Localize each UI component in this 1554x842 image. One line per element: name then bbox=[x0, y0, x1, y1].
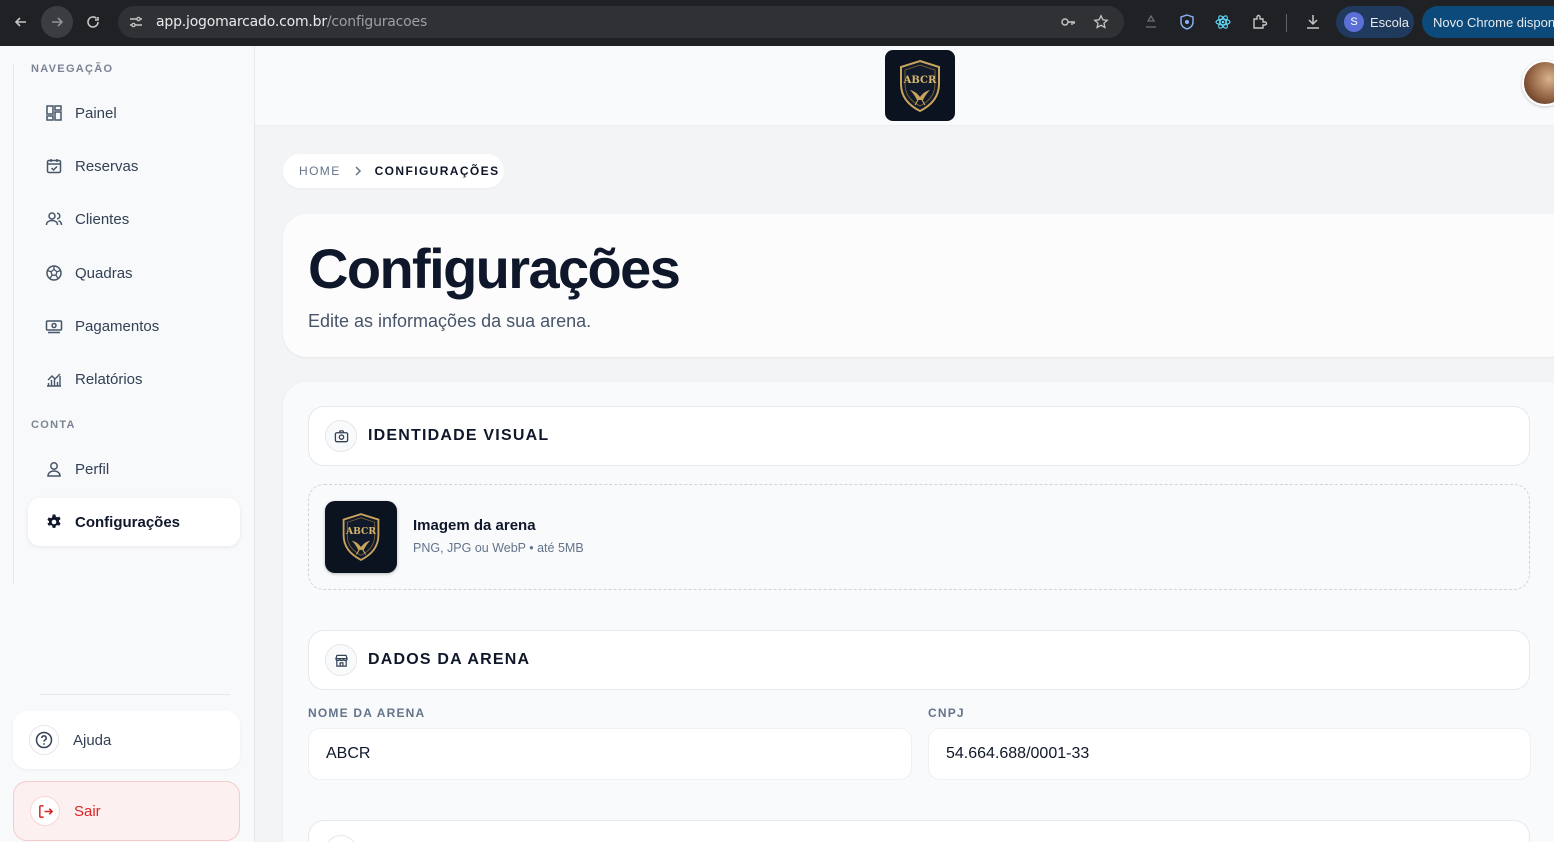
shield-logo-icon: ABCR bbox=[900, 59, 940, 112]
nav-section-label: NAVEGAÇÃO bbox=[31, 63, 114, 75]
breadcrumb-current: CONFIGURAÇÕES bbox=[374, 164, 500, 178]
url-path: /configuracoes bbox=[326, 14, 428, 30]
profile-button[interactable]: S Escola bbox=[1336, 6, 1414, 38]
shield-logo-icon: ABCR bbox=[342, 513, 380, 561]
gear-icon bbox=[44, 512, 64, 532]
image-upload-dropzone[interactable]: ABCR Imagem da arena PNG, JPG ou WebP • … bbox=[308, 484, 1530, 590]
forward-button[interactable] bbox=[41, 6, 73, 38]
logo-text: ABCR bbox=[903, 75, 937, 86]
calendar-check-icon bbox=[44, 156, 64, 176]
sidebar-item-perfil[interactable]: Perfil bbox=[28, 445, 240, 493]
sidebar-item-pagamentos[interactable]: Pagamentos bbox=[28, 302, 240, 350]
key-icon[interactable] bbox=[1060, 14, 1076, 30]
arena-section-title: DADOS DA ARENA bbox=[368, 651, 531, 668]
react-devtools-icon[interactable] bbox=[1214, 13, 1232, 31]
profile-label: Escola bbox=[1370, 14, 1410, 30]
sidebar-item-label: Clientes bbox=[75, 210, 130, 228]
section-icon bbox=[325, 835, 357, 842]
sidebar-item-label: Quadras bbox=[75, 264, 133, 282]
app-header: ABCR bbox=[255, 46, 1554, 126]
sidebar-item-label: Pagamentos bbox=[75, 317, 160, 335]
chart-icon bbox=[44, 369, 64, 389]
sidebar-item-painel[interactable]: Painel bbox=[28, 89, 240, 137]
arrow-right-icon bbox=[52, 17, 64, 27]
settings-panel: IDENTIDADE VISUAL ABCR Imagem da arena P… bbox=[283, 382, 1554, 842]
back-button[interactable] bbox=[5, 6, 37, 38]
arena-section-header: DADOS DA ARENA bbox=[308, 630, 1530, 690]
help-label: Ajuda bbox=[73, 731, 112, 749]
identity-section-title: IDENTIDADE VISUAL bbox=[368, 427, 550, 444]
arena-image-preview[interactable]: ABCR bbox=[325, 501, 397, 573]
user-avatar[interactable] bbox=[1522, 60, 1554, 106]
store-icon bbox=[325, 644, 357, 676]
arrow-left-icon bbox=[14, 17, 26, 27]
money-icon bbox=[44, 316, 64, 336]
site-settings-icon[interactable] bbox=[128, 14, 144, 30]
identity-section-header: IDENTIDADE VISUAL bbox=[308, 406, 1530, 466]
sidebar-item-reservas[interactable]: Reservas bbox=[28, 142, 240, 190]
logout-button[interactable]: Sair bbox=[13, 781, 240, 841]
logo-text: ABCR bbox=[345, 526, 376, 537]
next-section-header bbox=[308, 820, 1530, 842]
url-host: app.jogomarcado.com.br bbox=[156, 14, 327, 30]
breadcrumb-home[interactable]: HOME bbox=[299, 164, 341, 178]
sidebar-divider bbox=[40, 694, 230, 695]
user-icon bbox=[44, 459, 64, 479]
browser-toolbar: app.jogomarcado.com.br/configuracoes S E… bbox=[0, 0, 1554, 46]
reload-button[interactable] bbox=[77, 6, 109, 38]
help-button[interactable]: Ajuda bbox=[13, 711, 240, 769]
chevron-right-icon bbox=[355, 166, 361, 176]
download-icon[interactable] bbox=[1304, 13, 1322, 31]
help-icon bbox=[29, 725, 59, 755]
camera-icon bbox=[325, 420, 357, 452]
breadcrumb: HOME CONFIGURAÇÕES bbox=[283, 154, 504, 188]
logout-label: Sair bbox=[74, 802, 101, 820]
recycle-extension-icon[interactable] bbox=[1142, 13, 1160, 31]
users-icon bbox=[44, 209, 64, 229]
logout-icon bbox=[30, 796, 60, 826]
page-title: Configurações bbox=[308, 237, 681, 300]
sidebar-item-label: Reservas bbox=[75, 157, 139, 175]
sidebar-item-label: Painel bbox=[75, 104, 117, 122]
reload-icon bbox=[87, 16, 99, 28]
cnpj-input[interactable]: 54.664.688/0001-33 bbox=[928, 728, 1531, 780]
toolbar-separator bbox=[1286, 14, 1287, 32]
profile-avatar: S bbox=[1344, 12, 1364, 32]
sidebar: NAVEGAÇÃO Painel Reservas Clientes Quadr… bbox=[0, 46, 255, 842]
arena-name-input[interactable]: ABCR bbox=[308, 728, 912, 780]
sidebar-item-configuracoes[interactable]: Configurações bbox=[28, 498, 240, 546]
sidebar-item-label: Relatórios bbox=[75, 370, 143, 388]
sidebar-item-label: Perfil bbox=[75, 460, 110, 478]
shield-extension-icon[interactable] bbox=[1178, 13, 1196, 31]
upload-hint: PNG, JPG ou WebP • até 5MB bbox=[413, 541, 584, 555]
url-text: app.jogomarcado.com.br/configuracoes bbox=[156, 14, 427, 30]
cnpj-label: CNPJ bbox=[928, 706, 965, 720]
puzzle-extensions-icon[interactable] bbox=[1251, 13, 1269, 31]
main-content: HOME CONFIGURAÇÕES Configurações Edite a… bbox=[255, 126, 1554, 842]
ball-icon bbox=[44, 263, 64, 283]
bookmark-star-icon[interactable] bbox=[1093, 14, 1109, 30]
sidebar-item-quadras[interactable]: Quadras bbox=[28, 249, 240, 297]
sidebar-rail bbox=[13, 64, 14, 584]
account-section-label: CONTA bbox=[31, 419, 76, 431]
chrome-update-button[interactable]: Novo Chrome disponível bbox=[1422, 6, 1554, 38]
page-header-card: Configurações Edite as informações da su… bbox=[283, 214, 1554, 357]
arena-logo[interactable]: ABCR bbox=[885, 50, 955, 121]
sidebar-item-clientes[interactable]: Clientes bbox=[28, 195, 240, 243]
sidebar-item-label: Configurações bbox=[75, 513, 181, 531]
address-bar[interactable]: app.jogomarcado.com.br/configuracoes bbox=[118, 6, 1124, 38]
page-subtitle: Edite as informações da sua arena. bbox=[308, 311, 592, 331]
arena-name-label: NOME DA ARENA bbox=[308, 706, 426, 720]
sidebar-item-relatorios[interactable]: Relatórios bbox=[28, 355, 240, 403]
dashboard-icon bbox=[44, 103, 64, 123]
upload-title: Imagem da arena bbox=[413, 517, 536, 534]
